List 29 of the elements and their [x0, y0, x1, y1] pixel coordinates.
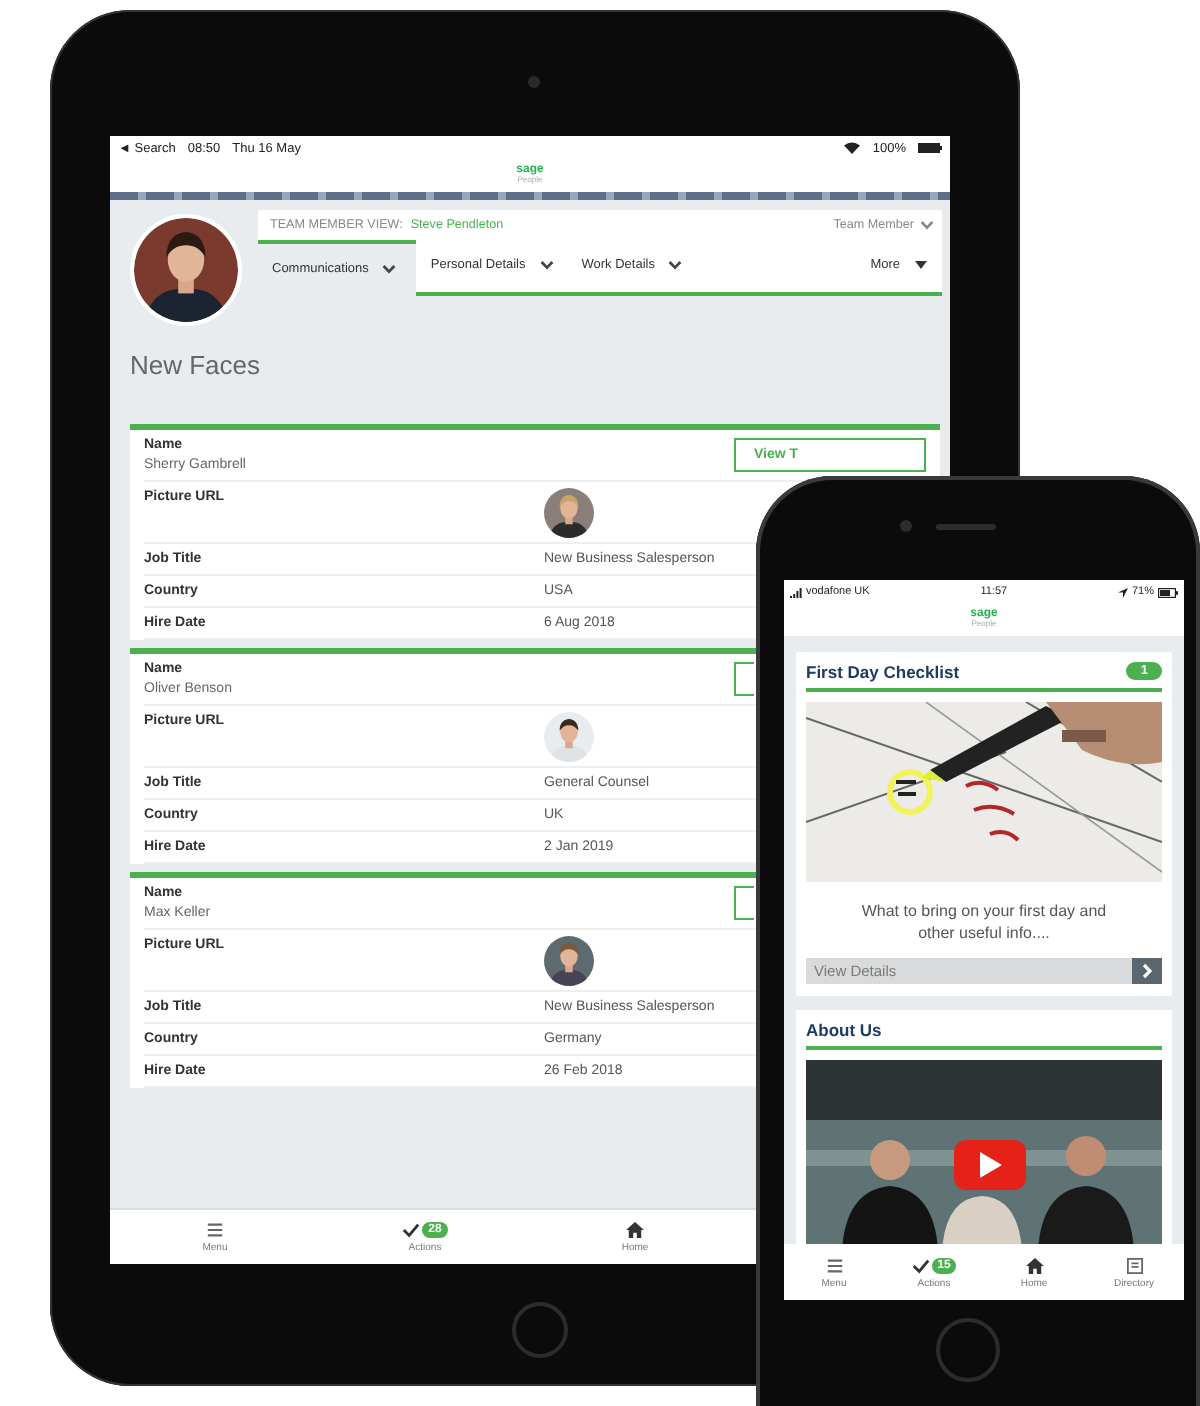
card-title: First Day Checklist: [806, 661, 960, 682]
battery-icon: [1158, 587, 1178, 597]
home-button[interactable]: [936, 1318, 1000, 1382]
directory-icon: [1125, 1257, 1143, 1273]
home-button[interactable]: [512, 1302, 568, 1358]
check-icon: [402, 1222, 421, 1238]
menu-icon: [825, 1257, 843, 1273]
location-icon: [1117, 587, 1128, 597]
home-icon: [1025, 1257, 1043, 1273]
home-icon: [626, 1222, 644, 1238]
card-description: What to bring on your first day and other useful info....: [859, 899, 1109, 946]
view-button[interactable]: [734, 885, 754, 920]
speaker-grille: [936, 524, 996, 530]
chevron-icon: [1132, 957, 1162, 984]
camera-lens: [900, 520, 912, 532]
battery-icon: [918, 142, 942, 154]
view-button[interactable]: [734, 661, 754, 696]
wifi-icon: [844, 142, 861, 154]
chevron-icon: [920, 219, 934, 230]
caret-icon: [914, 260, 928, 271]
camera-lens: [528, 76, 540, 88]
page-title: New Faces: [130, 349, 263, 380]
chevron-icon: [382, 264, 397, 275]
card-title: About Us: [806, 1019, 882, 1040]
chevron-icon: [668, 260, 683, 271]
menu-icon: [206, 1222, 224, 1238]
chevron-icon: [539, 260, 554, 271]
signal-icon: [790, 587, 802, 597]
check-icon: [911, 1257, 930, 1273]
